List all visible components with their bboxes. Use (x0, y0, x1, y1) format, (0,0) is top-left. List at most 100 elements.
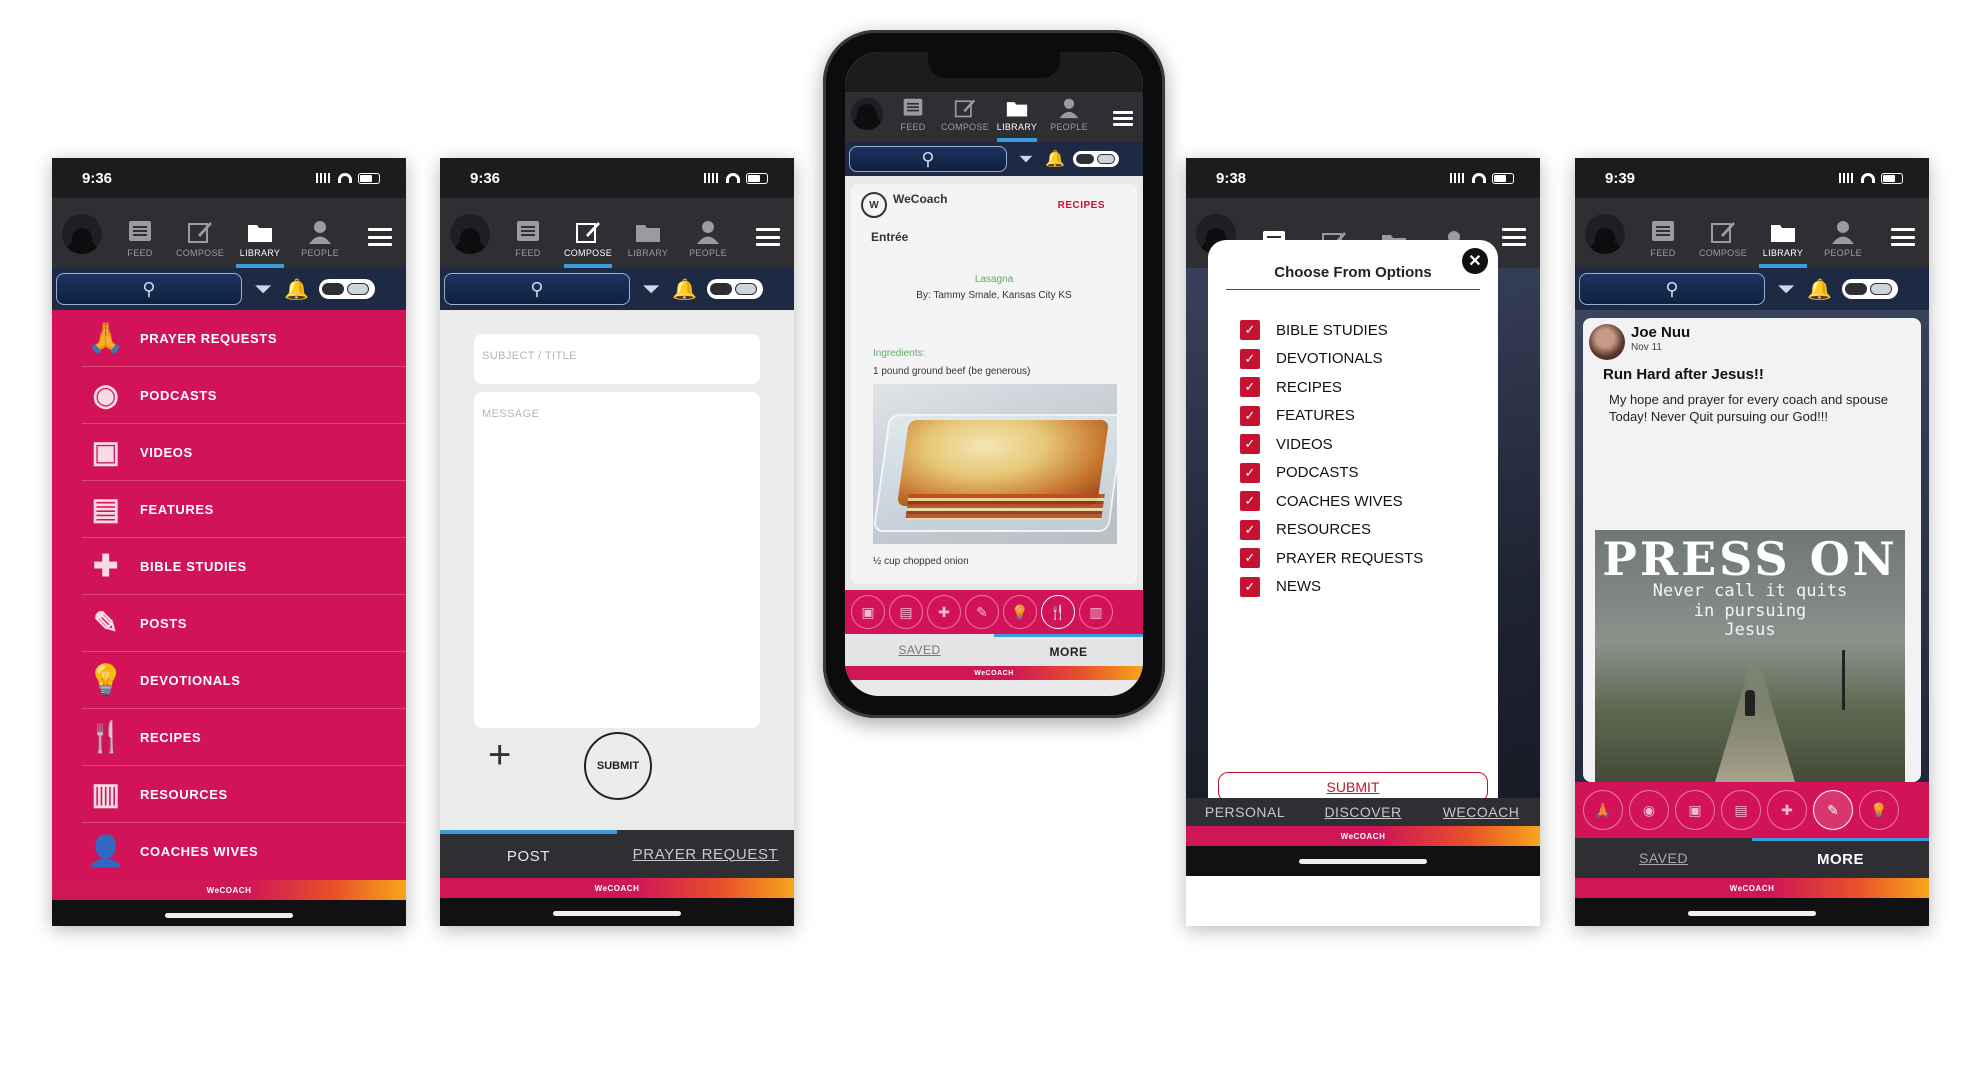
profile-avatar[interactable] (1585, 214, 1625, 254)
bell-icon[interactable]: 🔔 (1045, 149, 1065, 169)
bell-icon[interactable]: 🔔 (284, 277, 309, 302)
view-toggle[interactable] (706, 279, 763, 299)
option-podcasts[interactable]: ✓ PODCASTS (1226, 459, 1480, 488)
subject-input[interactable]: SUBJECT / TITLE (474, 334, 760, 384)
tab-saved[interactable]: SAVED (845, 634, 994, 666)
checkbox-checked-icon[interactable]: ✓ (1240, 462, 1260, 483)
view-toggle[interactable] (1072, 151, 1119, 167)
category-resources[interactable]: ▥ RESOURCES (82, 766, 406, 823)
tab-post[interactable]: POST (440, 830, 617, 878)
profile-avatar[interactable] (62, 214, 102, 254)
nav-feed[interactable]: FEED (1633, 219, 1693, 264)
search-input[interactable]: ⚲ (1579, 273, 1765, 305)
recipe-card[interactable]: W WeCoach RECIPES Entrée Lasagna By: Tam… (851, 184, 1137, 584)
submit-button[interactable]: SUBMIT (584, 732, 652, 800)
nav-library[interactable]: LIBRARY (618, 219, 678, 264)
nav-library[interactable]: LIBRARY (230, 219, 290, 268)
bell-icon[interactable]: 🔔 (1807, 277, 1832, 302)
checkbox-checked-icon[interactable]: ✓ (1240, 491, 1260, 512)
category-features[interactable]: ▤ FEATURES (82, 481, 406, 538)
category-coaches-wives[interactable]: 👤 COACHES WIVES (82, 823, 406, 880)
option-bible-studies[interactable]: ✓ BIBLE STUDIES (1226, 316, 1480, 345)
category-recipes[interactable]: 🍴 RECIPES (82, 709, 406, 766)
category-posts[interactable]: ✎ POSTS (82, 595, 406, 652)
checkbox-checked-icon[interactable]: ✓ (1240, 405, 1260, 426)
option-videos[interactable]: ✓ VIDEOS (1226, 430, 1480, 459)
lightbulb-icon[interactable]: 💡 (1859, 790, 1899, 830)
option-coaches-wives[interactable]: ✓ COACHES WIVES (1226, 487, 1480, 516)
nav-people[interactable]: PEOPLE (1043, 97, 1095, 138)
nav-people[interactable]: PEOPLE (678, 219, 738, 264)
tab-saved[interactable]: SAVED (1575, 838, 1752, 878)
category-podcasts[interactable]: ◉ PODCASTS (82, 367, 406, 424)
nav-compose[interactable]: COMPOSE (558, 219, 618, 268)
filter-icon[interactable]: ⏷ (1015, 149, 1037, 170)
option-devotionals[interactable]: ✓ DEVOTIONALS (1226, 345, 1480, 374)
checkbox-checked-icon[interactable]: ✓ (1240, 548, 1260, 569)
nav-compose[interactable]: COMPOSE (170, 219, 230, 264)
document-icon[interactable]: ▤ (889, 595, 923, 629)
close-icon[interactable]: ✕ (1462, 248, 1488, 274)
tab-personal[interactable]: PERSONAL (1186, 798, 1304, 826)
bible-icon[interactable]: ✚ (1767, 790, 1807, 830)
posts-icon[interactable]: ✎ (1813, 790, 1853, 830)
category-prayer-requests[interactable]: 🙏 PRAYER REQUESTS (82, 310, 406, 367)
option-recipes[interactable]: ✓ RECIPES (1226, 373, 1480, 402)
utensils-icon[interactable]: 🍴 (1041, 595, 1075, 629)
nav-feed[interactable]: FEED (498, 219, 558, 264)
bible-icon[interactable]: ✚ (927, 595, 961, 629)
tab-more[interactable]: MORE (1752, 838, 1929, 878)
option-prayer-requests[interactable]: ✓ PRAYER REQUESTS (1226, 544, 1480, 573)
nav-feed[interactable]: FEED (887, 97, 939, 138)
tab-more[interactable]: MORE (994, 634, 1143, 666)
bell-icon[interactable]: 🔔 (672, 277, 697, 302)
nav-people[interactable]: PEOPLE (1813, 219, 1873, 264)
menu-icon[interactable] (1891, 228, 1915, 246)
author-avatar[interactable] (1589, 324, 1625, 360)
nav-library[interactable]: LIBRARY (1753, 219, 1813, 268)
search-input[interactable]: ⚲ (849, 146, 1007, 172)
filter-icon[interactable]: ⏷ (640, 276, 662, 302)
document-icon[interactable]: ▤ (1721, 790, 1761, 830)
post-image[interactable]: PRESS ON Never call it quits in pursuing… (1595, 530, 1905, 782)
category-devotionals[interactable]: 💡 DEVOTIONALS (82, 652, 406, 709)
option-features[interactable]: ✓ FEATURES (1226, 402, 1480, 431)
menu-icon[interactable] (368, 228, 392, 246)
checkbox-checked-icon[interactable]: ✓ (1240, 576, 1260, 597)
video-icon[interactable]: ▣ (1675, 790, 1715, 830)
view-toggle[interactable] (1841, 279, 1898, 299)
option-resources[interactable]: ✓ RESOURCES (1226, 516, 1480, 545)
add-attachment-icon[interactable]: + (488, 733, 511, 778)
tab-discover[interactable]: DISCOVER (1304, 798, 1422, 826)
option-news[interactable]: ✓ NEWS (1226, 573, 1480, 602)
profile-avatar[interactable] (450, 214, 490, 254)
praying-hands-icon[interactable]: 🙏 (1583, 790, 1623, 830)
nav-compose[interactable]: COMPOSE (939, 97, 991, 138)
lightbulb-icon[interactable]: 💡 (1003, 595, 1037, 629)
post-author[interactable]: Joe Nuu (1631, 324, 1690, 341)
nav-people[interactable]: PEOPLE (290, 219, 350, 264)
podcast-icon[interactable]: ◉ (1629, 790, 1669, 830)
checkbox-checked-icon[interactable]: ✓ (1240, 519, 1260, 540)
nav-library[interactable]: LIBRARY (991, 97, 1043, 142)
profile-avatar[interactable] (851, 98, 883, 130)
nav-compose[interactable]: COMPOSE (1693, 219, 1753, 264)
filter-icon[interactable]: ⏷ (252, 276, 274, 302)
search-input[interactable]: ⚲ (56, 273, 242, 305)
checkbox-checked-icon[interactable]: ✓ (1240, 320, 1260, 341)
category-videos[interactable]: ▣ VIDEOS (82, 424, 406, 481)
video-icon[interactable]: ▣ (851, 595, 885, 629)
category-bible-studies[interactable]: ✚ BIBLE STUDIES (82, 538, 406, 595)
checkbox-checked-icon[interactable]: ✓ (1240, 434, 1260, 455)
resources-icon[interactable]: ▥ (1079, 595, 1113, 629)
menu-icon[interactable] (756, 228, 780, 246)
checkbox-checked-icon[interactable]: ✓ (1240, 348, 1260, 369)
checkbox-checked-icon[interactable]: ✓ (1240, 377, 1260, 398)
menu-icon[interactable] (1113, 111, 1133, 126)
message-input[interactable]: MESSAGE (474, 392, 760, 728)
posts-icon[interactable]: ✎ (965, 595, 999, 629)
nav-feed[interactable]: FEED (110, 219, 170, 264)
search-input[interactable]: ⚲ (444, 273, 630, 305)
tab-prayer-request[interactable]: PRAYER REQUEST (617, 830, 794, 878)
menu-icon[interactable] (1502, 228, 1526, 246)
